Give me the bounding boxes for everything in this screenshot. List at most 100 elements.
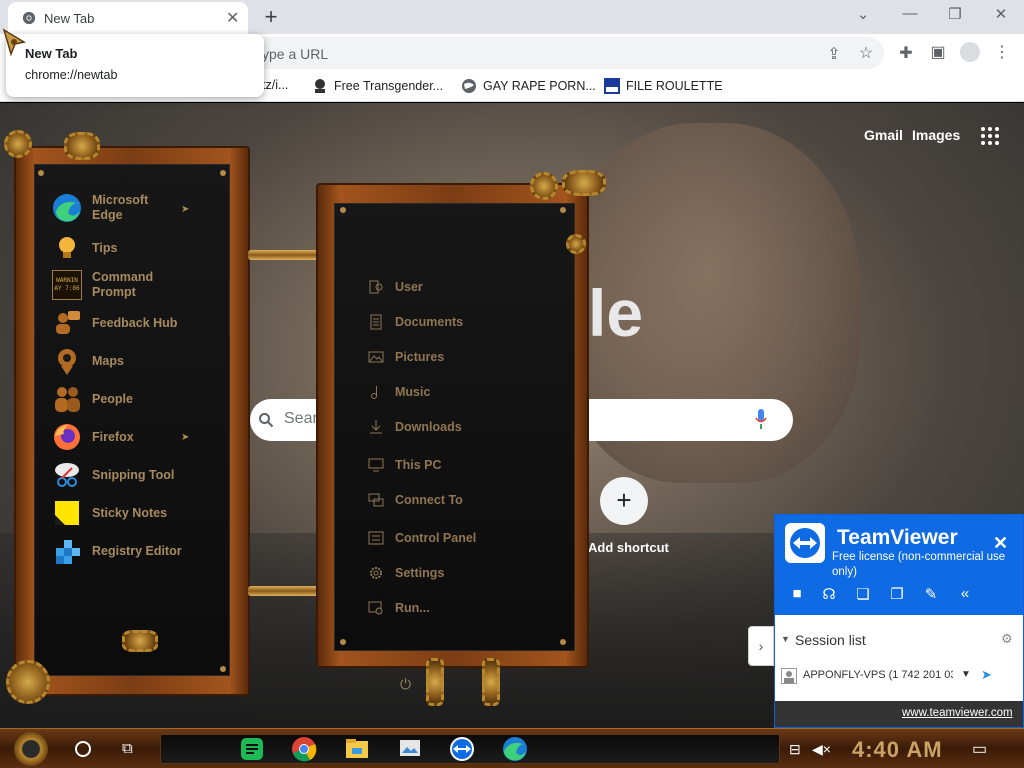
extensions-icon[interactable]: ✚ xyxy=(896,43,916,63)
brass-gear-decoration xyxy=(566,234,586,254)
session-list-label: Session list xyxy=(795,632,866,648)
teamviewer-icon[interactable] xyxy=(449,736,475,762)
chrome-icon[interactable] xyxy=(291,736,317,762)
place-item-run[interactable]: Run... xyxy=(368,600,430,616)
images-link[interactable]: Images xyxy=(912,127,960,143)
tab-close-icon[interactable]: ✕ xyxy=(226,8,239,28)
minimize-button[interactable]: — xyxy=(895,5,925,22)
place-label: Documents xyxy=(395,315,464,329)
start-programs-panel xyxy=(14,146,250,696)
desktop: New Tab ✕ + ⌄ — ❐ ✕ ype a URL ⇪ ☆ ✚ ▣ ⋮ … xyxy=(0,0,1024,768)
notification-center-icon[interactable]: ▭ xyxy=(972,739,987,759)
headset-icon[interactable]: ☊ xyxy=(819,585,839,603)
tab-new-tab[interactable]: New Tab ✕ xyxy=(8,2,248,34)
search-icon xyxy=(259,413,274,428)
place-item-user[interactable]: User xyxy=(368,279,423,295)
download-icon xyxy=(370,420,382,434)
place-item-downloads[interactable]: Downloads xyxy=(368,419,462,435)
place-item-music[interactable]: Music xyxy=(368,384,430,400)
music-note-icon xyxy=(371,386,377,399)
bookmark-item[interactable]: Free Transgender... xyxy=(312,78,443,94)
start-item-tips[interactable]: Tips xyxy=(52,233,117,263)
place-item-settings[interactable]: Settings xyxy=(368,565,444,581)
start-item-label: Sticky Notes xyxy=(92,505,168,520)
place-item-this-pc[interactable]: This PC xyxy=(368,457,442,473)
spotify-icon[interactable] xyxy=(239,736,265,762)
place-label: Run... xyxy=(395,601,430,615)
new-tab-button[interactable]: + xyxy=(260,4,282,30)
address-bar[interactable]: ype a URL ⇪ ☆ xyxy=(220,37,884,69)
map-pin-icon xyxy=(58,349,76,375)
tab-search-chevron-icon[interactable]: ⌄ xyxy=(848,5,878,23)
place-label: Control Panel xyxy=(395,531,477,545)
share-icon[interactable]: ⇪ xyxy=(824,44,844,64)
start-item-label: Registry Editor xyxy=(92,543,182,558)
lightbulb-icon xyxy=(59,237,75,258)
taskbar-clock[interactable]: 4:40 AM xyxy=(852,737,943,763)
gmail-link[interactable]: Gmail xyxy=(864,127,903,143)
start-item-label: Maps xyxy=(92,353,124,368)
rivet xyxy=(220,666,226,672)
volume-muted-icon[interactable]: ◀× xyxy=(812,741,831,758)
place-item-pictures[interactable]: Pictures xyxy=(368,349,444,365)
gear-icon[interactable]: ⚙ xyxy=(1001,631,1013,647)
restore-button[interactable]: ❐ xyxy=(940,5,970,23)
menu-dots-icon[interactable]: ⋮ xyxy=(992,42,1012,62)
place-item-control-panel[interactable]: Control Panel xyxy=(368,530,476,546)
power-icon[interactable]: ⏻ xyxy=(400,676,411,693)
session-row[interactable]: APPONFLY-VPS (1 742 201 034 ▼ ➤ xyxy=(775,665,1023,687)
task-view-icon[interactable]: ⧉ xyxy=(122,740,133,757)
brass-lever-decoration xyxy=(482,658,500,706)
start-item-maps[interactable]: Maps xyxy=(52,346,124,376)
add-shortcut-button[interactable]: + xyxy=(600,477,648,525)
start-item-command-prompt[interactable]: WARNIN AY 7:86 Command Prompt xyxy=(52,270,172,300)
profile-avatar[interactable] xyxy=(960,42,980,62)
start-item-sticky-notes[interactable]: Sticky Notes xyxy=(52,498,167,528)
file-explorer-icon[interactable] xyxy=(344,736,370,762)
scissors-icon xyxy=(55,463,79,487)
dropdown-triangle-icon[interactable]: ▼ xyxy=(961,669,971,680)
start-item-registry-editor[interactable]: Registry Editor xyxy=(52,536,182,566)
photos-icon[interactable] xyxy=(397,736,423,762)
place-item-connect-to[interactable]: Connect To xyxy=(368,492,463,508)
network-tray-icon[interactable]: ⊟ xyxy=(789,741,801,758)
whiteboard-icon[interactable]: ✎ xyxy=(921,585,941,603)
start-button[interactable] xyxy=(14,732,48,766)
bookmark-label: tz/i... xyxy=(262,78,289,92)
place-label: User xyxy=(395,280,423,294)
bookmark-item[interactable]: GAY RAPE PORN... xyxy=(461,78,596,94)
start-item-snipping-tool[interactable]: Snipping Tool xyxy=(52,460,174,490)
terminal-icon: WARNIN AY 7:86 xyxy=(52,270,82,300)
people-icon xyxy=(55,387,80,412)
place-label: Connect To xyxy=(395,493,463,507)
start-item-firefox[interactable]: Firefox xyxy=(52,422,134,452)
search-circle-icon[interactable] xyxy=(75,741,91,757)
place-item-documents[interactable]: Documents xyxy=(368,314,463,330)
file-transfer-icon[interactable]: ❐ xyxy=(887,585,907,603)
pointer-arrow-icon[interactable]: ➤ xyxy=(981,667,992,683)
bookmark-item[interactable]: FILE ROULETTE xyxy=(604,78,723,94)
side-panel-icon[interactable]: ▣ xyxy=(928,42,948,62)
file-roulette-icon xyxy=(604,78,620,94)
start-item-microsoft-edge[interactable]: Microsoft Edge xyxy=(52,193,172,223)
google-logo: le xyxy=(588,276,644,350)
session-list-header[interactable]: ▼ Session list ⚙ xyxy=(775,627,1023,651)
start-item-people[interactable]: People xyxy=(52,384,133,414)
google-apps-icon[interactable] xyxy=(981,127,999,145)
bookmark-star-icon[interactable]: ☆ xyxy=(856,43,876,63)
video-camera-icon[interactable]: ■ xyxy=(787,585,807,603)
microphone-icon[interactable] xyxy=(755,409,767,429)
start-item-label: Microsoft Edge xyxy=(92,193,149,222)
close-window-button[interactable]: ✕ xyxy=(986,5,1016,23)
teamviewer-website-link[interactable]: www.teamviewer.com xyxy=(902,707,1013,719)
chat-icon[interactable]: ❏ xyxy=(853,585,873,603)
collapse-icon[interactable]: « xyxy=(955,585,975,603)
edge-icon[interactable] xyxy=(502,736,528,762)
bookmark-label: FILE ROULETTE xyxy=(626,79,723,93)
bookmark-item[interactable]: tz/i... xyxy=(262,78,288,92)
teamviewer-expand-button[interactable]: › xyxy=(748,626,774,666)
submenu-arrow-icon: ➤ xyxy=(181,204,190,215)
close-icon[interactable]: ✕ xyxy=(993,533,1008,554)
start-item-feedback-hub[interactable]: Feedback Hub xyxy=(52,308,177,338)
teamviewer-header: TeamViewer Free license (non-commercial … xyxy=(775,515,1023,615)
